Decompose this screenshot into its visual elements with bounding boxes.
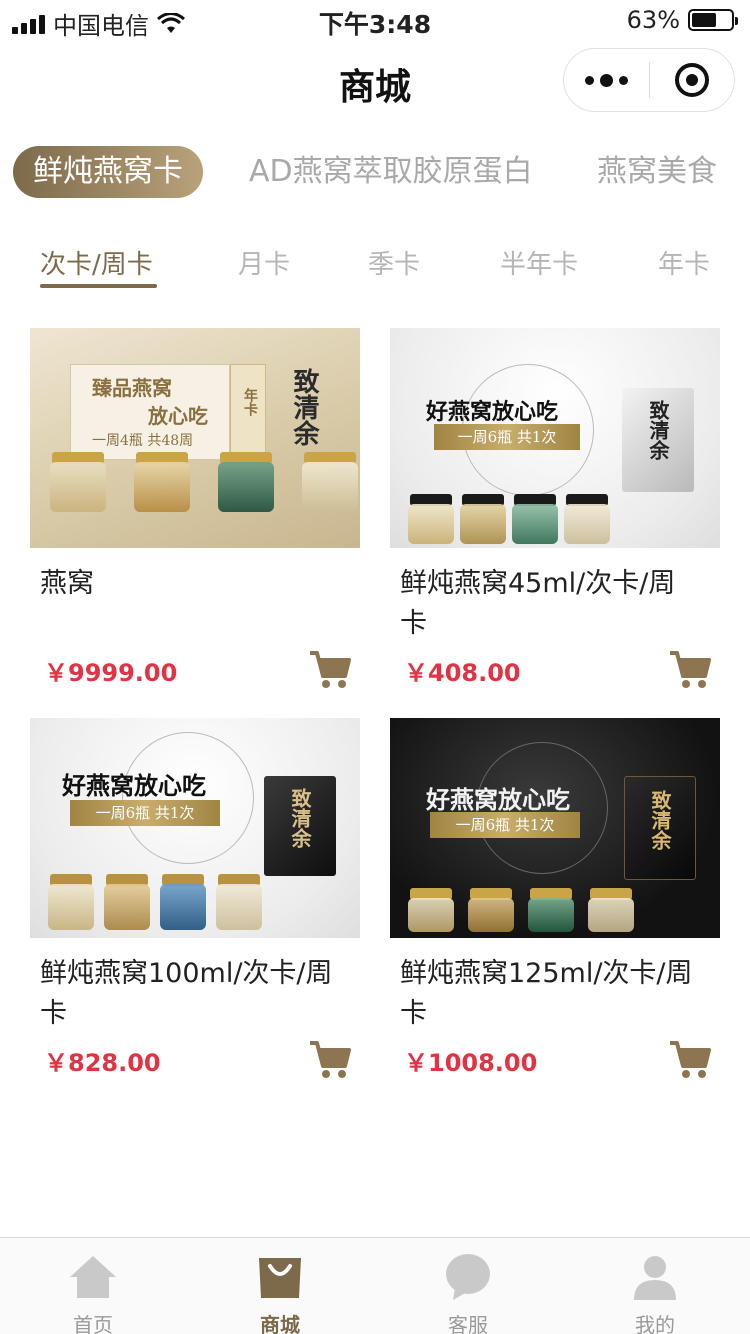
home-icon [70,1256,116,1298]
product-price: ￥828.00 [44,1049,161,1077]
product-name[interactable]: 鲜炖燕窝45ml/次卡/周卡 [400,564,700,644]
tab-mall[interactable]: 商城 [205,1238,355,1334]
tab-home[interactable]: 首页 [18,1238,168,1334]
battery-icon [688,9,738,31]
add-to-cart-icon[interactable] [308,1038,352,1080]
product-price: ￥9999.00 [44,659,178,687]
jar-row [408,494,610,544]
sub-tab-single-week[interactable]: 次卡/周卡 [40,244,153,281]
add-to-cart-icon[interactable] [308,648,352,690]
tab-service[interactable]: 客服 [393,1238,543,1334]
add-to-cart-icon[interactable] [668,1038,712,1080]
category-tabs: 鲜炖燕窝卡 AD燕窝萃取胶原蛋白 燕窝美食 [0,146,750,200]
status-right: 63% [626,6,738,34]
mini-program-capsule [563,48,735,112]
product-image[interactable]: 好燕窝放心吃 一周6瓶 共1次 致清余 [390,328,720,548]
chat-bubble-icon [446,1254,490,1300]
more-menu-icon[interactable] [564,49,649,111]
jar-row [50,452,358,514]
sub-tab-year[interactable]: 年卡 [658,244,710,281]
product-image[interactable]: 好燕窝放心吃 一周6瓶 共1次 致清余 [390,718,720,938]
sub-tab-half-year[interactable]: 半年卡 [500,244,578,281]
sub-tab-month[interactable]: 月卡 [238,244,290,281]
category-tab-collagen[interactable]: AD燕窝萃取胶原蛋白 [249,146,533,198]
tab-mine-label: 我的 [635,1313,675,1334]
product-card[interactable]: 好燕窝放心吃 一周6瓶 共1次 致清余 鲜炖燕窝100ml/次卡/周卡 ￥828… [30,718,360,1078]
product-card[interactable]: 好燕窝放心吃 一周6瓶 共1次 致清余 鲜炖燕窝45ml/次卡/周卡 ￥408.… [390,328,720,688]
product-card[interactable]: 臻品燕窝 放心吃 一周4瓶 共48周 年卡 致清余 燕窝 ￥9999.00 [30,328,360,688]
category-tab-bird-nest-card[interactable]: 鲜炖燕窝卡 [13,146,203,198]
product-image[interactable]: 臻品燕窝 放心吃 一周4瓶 共48周 年卡 致清余 [30,328,360,548]
sub-tab-indicator [40,284,157,288]
add-to-cart-icon[interactable] [668,648,712,690]
jar-row [48,874,262,930]
user-icon [634,1256,676,1300]
jar-row [408,888,634,932]
close-button[interactable] [650,49,734,111]
product-name[interactable]: 鲜炖燕窝125ml/次卡/周卡 [400,954,700,1034]
product-price: ￥1008.00 [404,1049,538,1077]
product-image[interactable]: 好燕窝放心吃 一周6瓶 共1次 致清余 [30,718,360,938]
product-name[interactable]: 燕窝 [40,564,340,604]
tab-service-label: 客服 [448,1313,488,1334]
tab-home-label: 首页 [73,1313,113,1334]
sub-tabs: 次卡/周卡 月卡 季卡 半年卡 年卡 [0,244,750,292]
category-tab-bird-nest-food[interactable]: 燕窝美食 [597,146,717,198]
battery-percent: 63% [626,6,680,34]
sub-tab-quarter[interactable]: 季卡 [368,244,420,281]
bottom-tab-bar: 首页 商城 客服 我的 [0,1237,750,1334]
status-bar: 中国电信 下午3:48 63% [0,0,750,40]
shopping-bag-icon [259,1258,301,1298]
product-name[interactable]: 鲜炖燕窝100ml/次卡/周卡 [40,954,340,1034]
close-target-icon [674,63,709,97]
tab-mine[interactable]: 我的 [580,1238,730,1334]
tab-mall-label: 商城 [260,1313,300,1334]
product-price: ￥408.00 [404,659,521,687]
product-card[interactable]: 好燕窝放心吃 一周6瓶 共1次 致清余 鲜炖燕窝125ml/次卡/周卡 ￥100… [390,718,720,1078]
